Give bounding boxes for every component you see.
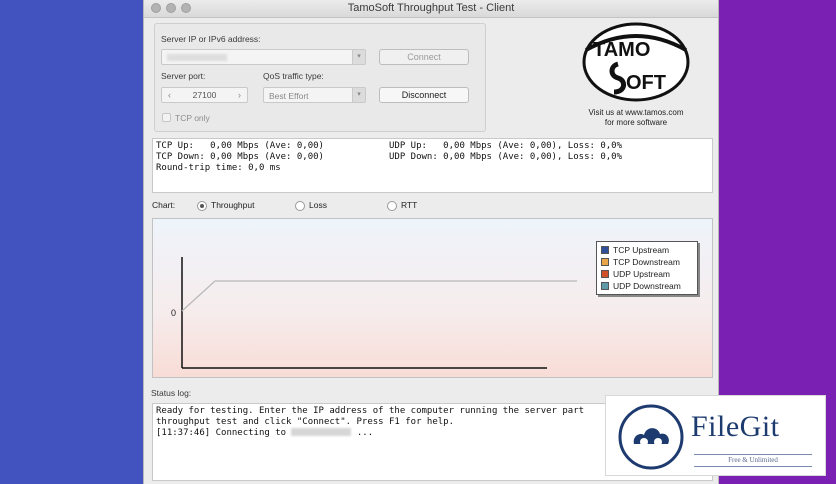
visit-us-text: Visit us at www.tamos.com for more softw… [576,108,696,128]
server-port-value: 27100 [192,90,217,100]
legend-item: TCP Downstream [601,257,680,267]
visit-us-line1: Visit us at www.tamos.com [588,108,684,117]
server-ip-input[interactable]: ▾ [161,49,366,65]
legend-item: UDP Downstream [601,281,681,291]
server-port-stepper[interactable]: ‹ 27100 › [161,87,248,103]
title-bar: TamoSoft Throughput Test - Client [144,0,718,18]
tamosoft-logo: TAMO OFT Visit us at www.tamos.com for m… [576,22,696,132]
qos-select[interactable]: Best Effort ▾ [263,87,366,103]
status-log-text: ... [351,428,374,438]
window-title: TamoSoft Throughput Test - Client [347,2,515,14]
chevron-down-icon[interactable]: ▾ [352,88,365,102]
background-left [0,0,143,484]
tcp-only-checkbox[interactable] [162,113,171,122]
status-log-line: [11:37:46] Connecting to ... [156,428,373,440]
status-log-label: Status log: [151,388,192,398]
redacted-ip-value [291,428,352,436]
qos-label: QoS traffic type: [263,71,324,81]
server-ip-label: Server IP or IPv6 address: [161,34,261,44]
server-port-label: Server port: [161,71,206,81]
tcp-down-stat: TCP Down: 0,00 Mbps (Ave: 0,00) [156,152,324,162]
chevron-down-icon[interactable]: ▾ [352,50,365,64]
throughput-chart: 0 TCP Upstream TCP Downstream UDP Upstre… [152,218,713,378]
throughput-series-line [181,280,577,312]
legend-label: TCP Downstream [613,257,680,267]
svg-text:OFT: OFT [626,72,666,94]
tcp-up-stat: TCP Up: 0,00 Mbps (Ave: 0,00) [156,141,324,151]
y-tick-label: 0 [171,308,176,318]
legend-swatch [601,258,609,266]
legend-item: UDP Upstream [601,269,670,279]
connect-button[interactable]: Connect [379,49,469,65]
redacted-ip-value [167,54,227,61]
status-log-line: throughput test and click "Connect". Pre… [156,417,455,427]
rtt-radio-label[interactable]: RTT [401,200,417,210]
server-settings-group: Server IP or IPv6 address: ▾ Connect Ser… [154,23,486,132]
loss-radio[interactable] [295,201,305,211]
stats-panel: TCP Up: 0,00 Mbps (Ave: 0,00) UDP Up: 0,… [152,138,713,193]
legend-swatch [601,246,609,254]
tcp-only-label: TCP only [175,113,210,123]
throughput-radio-label[interactable]: Throughput [211,200,254,210]
qos-selected-value: Best Effort [269,91,309,101]
rtt-stat: Round-trip time: 0,0 ms [156,163,281,173]
filegit-logo-icon [618,404,684,470]
filegit-watermark: FileGit Free & Unlimited [605,395,826,476]
legend-label: TCP Upstream [613,245,670,255]
chart-label: Chart: [152,200,176,210]
filegit-brand: FileGit [691,410,780,443]
udp-down-stat: UDP Down: 0,00 Mbps (Ave: 0,00), Loss: 0… [389,152,622,162]
throughput-radio[interactable] [197,201,207,211]
chart-legend: TCP Upstream TCP Downstream UDP Upstream… [596,241,698,295]
filegit-tagline: Free & Unlimited [694,454,812,467]
legend-label: UDP Downstream [613,281,681,291]
increment-icon[interactable]: › [238,90,241,100]
disconnect-button[interactable]: Disconnect [379,87,469,103]
udp-up-stat: UDP Up: 0,00 Mbps (Ave: 0,00), Loss: 0,0… [389,141,622,151]
legend-swatch [601,282,609,290]
rtt-radio[interactable] [387,201,397,211]
legend-swatch [601,270,609,278]
visit-us-line2: for more software [604,118,668,127]
legend-label: UDP Upstream [613,269,670,279]
loss-radio-label[interactable]: Loss [309,200,327,210]
status-log-line: Ready for testing. Enter the IP address … [156,406,585,416]
svg-text:TAMO: TAMO [593,39,650,61]
status-log-text: [11:37:46] Connecting to [156,428,287,438]
legend-item: TCP Upstream [601,245,669,255]
tamosoft-logo-icon: TAMO OFT [582,22,690,102]
